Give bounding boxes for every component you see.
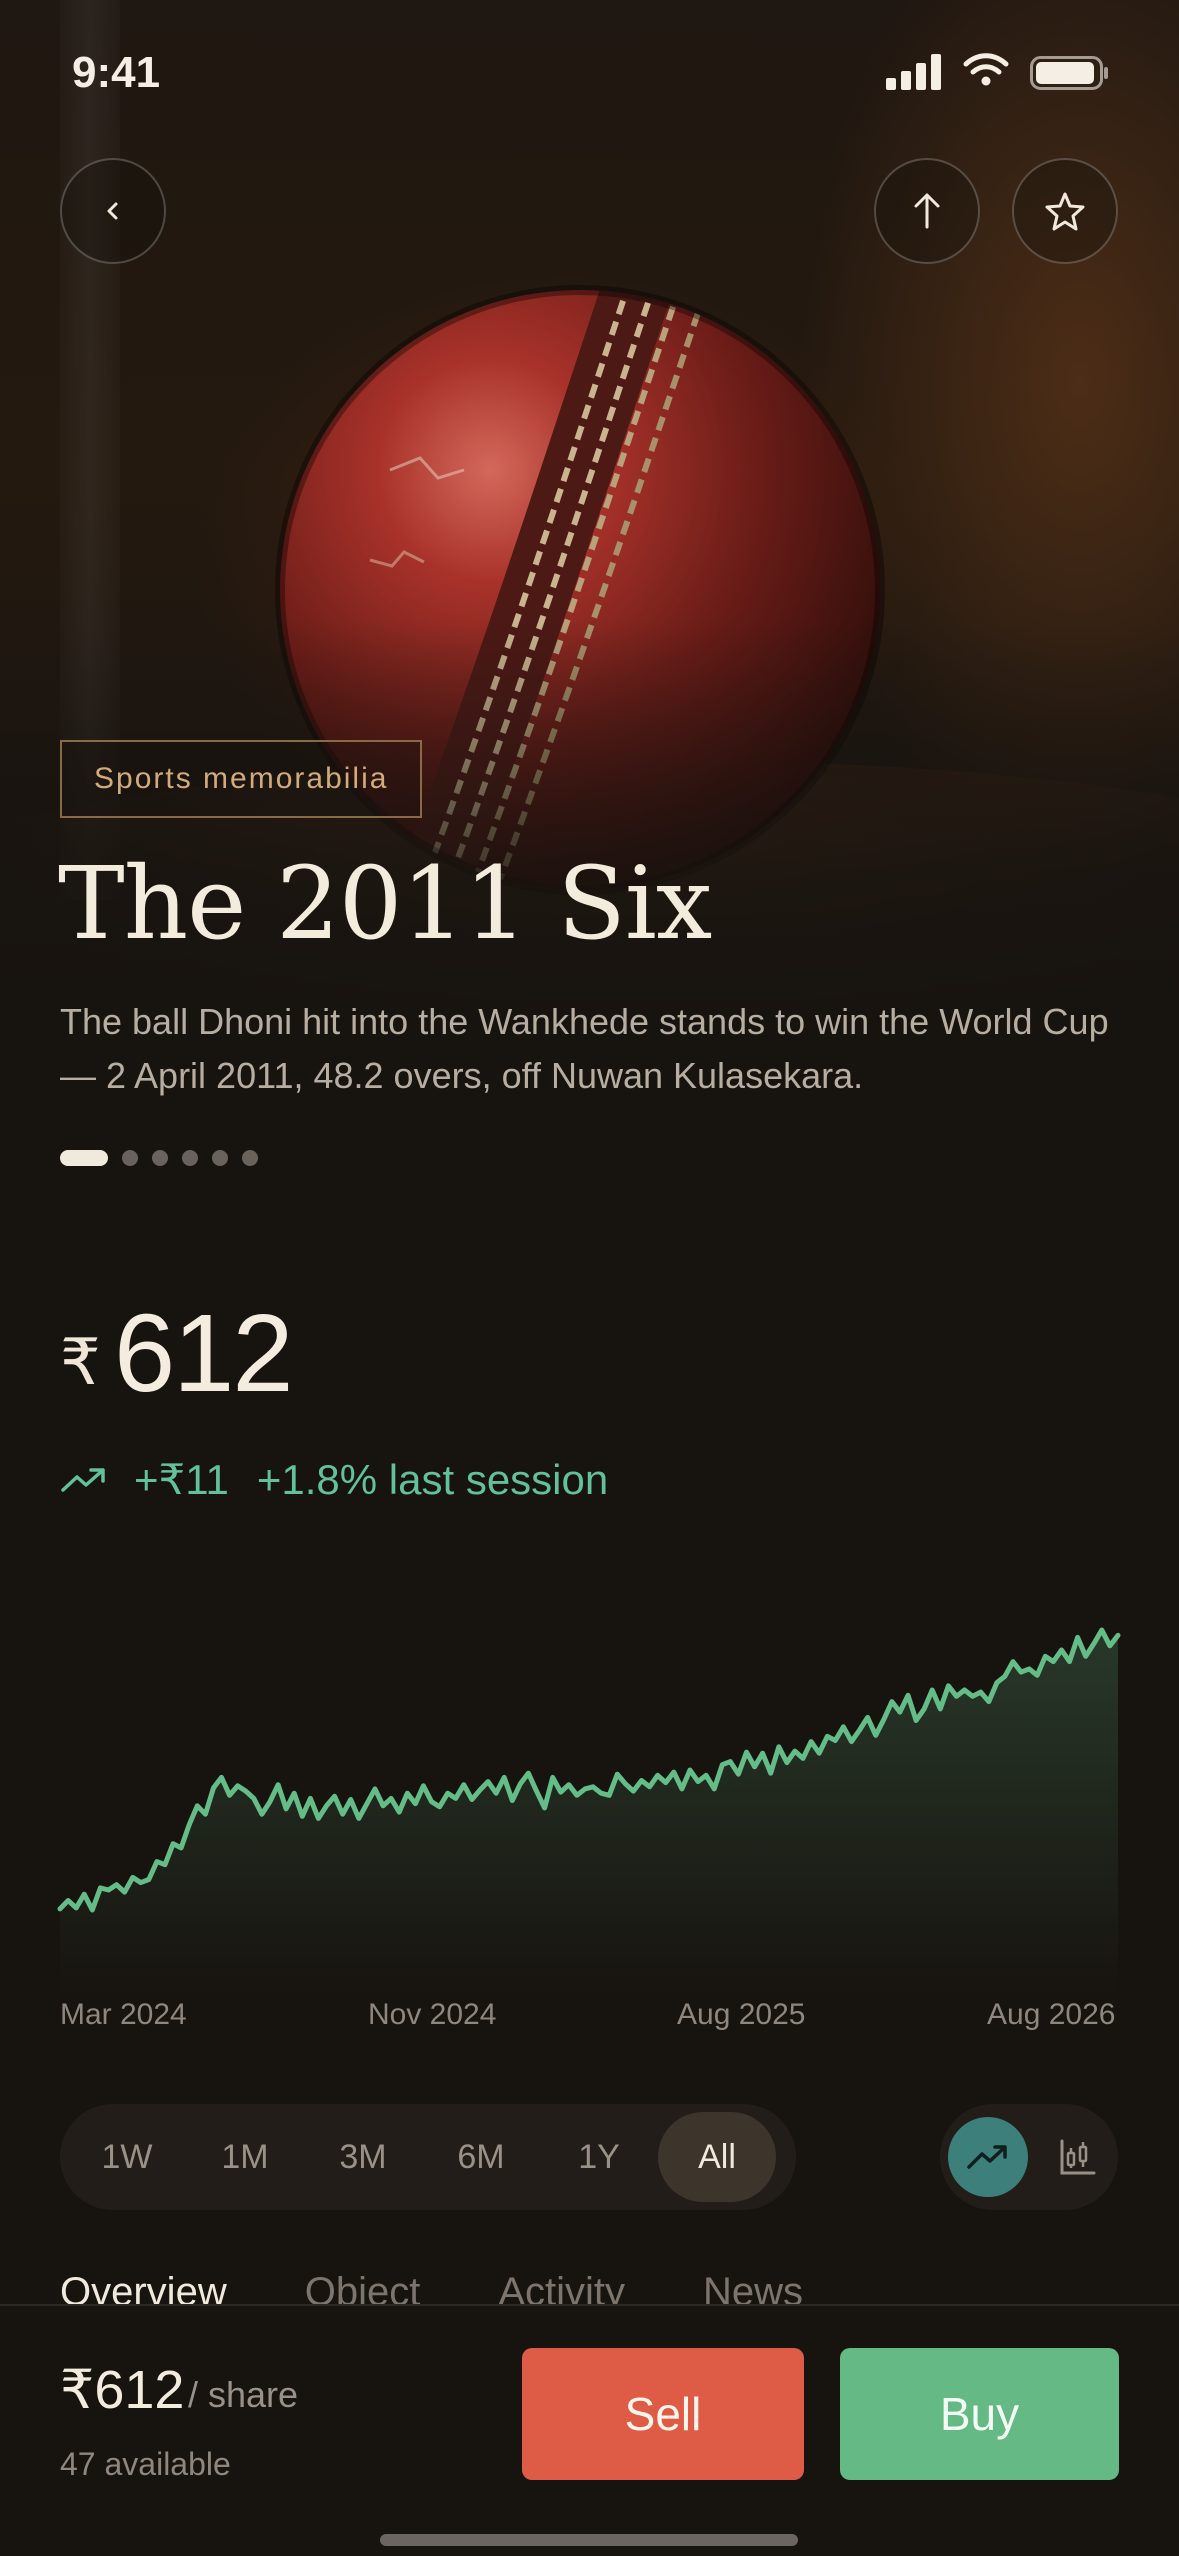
range-option-3m[interactable]: 3M [304, 2112, 422, 2202]
pager-dot[interactable] [60, 1150, 108, 1166]
item-title: The 2011 Six [58, 845, 712, 962]
pager-dot[interactable] [242, 1150, 258, 1166]
share-button[interactable] [874, 158, 980, 264]
chart-type-toggle [940, 2104, 1118, 2210]
x-tick-label: Nov 2024 [368, 1998, 497, 2031]
buy-button[interactable]: Buy [840, 2348, 1119, 2480]
status-time: 9:41 [72, 48, 161, 97]
currency-symbol: ₹ [60, 1326, 101, 1398]
line-chart-button[interactable] [948, 2117, 1028, 2197]
category-tag: Sports memorabilia [60, 740, 423, 818]
price-chart[interactable] [0, 1610, 1179, 2000]
current-price: 612 [114, 1292, 294, 1415]
pager-dot[interactable] [182, 1150, 198, 1166]
image-pager[interactable] [60, 1150, 258, 1166]
candlestick-chart-button[interactable] [1038, 2117, 1118, 2197]
home-indicator[interactable] [380, 2534, 798, 2546]
star-icon [1045, 192, 1085, 231]
candlestick-chart-icon [1060, 2139, 1096, 2175]
range-option-all[interactable]: All [658, 2112, 776, 2202]
favorite-button[interactable] [1012, 158, 1118, 264]
range-option-1m[interactable]: 1M [186, 2112, 304, 2202]
item-description: The ball Dhoni hit into the Wankhede sta… [60, 1001, 1109, 1096]
chevron-left-icon [107, 202, 118, 220]
price-change-percent: +1.8% last session [256, 1455, 609, 1503]
trade-bar: ₹612 / share 47 available Sell Buy [0, 2304, 1179, 2556]
x-tick-label: Aug 2025 [677, 1998, 806, 2031]
wifi-icon [963, 53, 1009, 86]
available-count: 47 available [60, 2446, 231, 2482]
trending-up-icon [61, 1467, 105, 1492]
x-tick-label: Mar 2024 [60, 1998, 187, 2031]
price-change: +₹11 +1.8% last session [60, 1455, 608, 1504]
chart-area-fill [60, 1630, 1118, 2000]
price-change-absolute: +₹11 [134, 1456, 229, 1503]
share-up-arrow-icon [914, 193, 940, 229]
pager-dot[interactable] [152, 1150, 168, 1166]
battery-icon [1030, 56, 1108, 90]
range-option-1w[interactable]: 1W [68, 2112, 186, 2202]
share-price-unit: / share [188, 2374, 299, 2415]
status-bar: 9:41 [0, 0, 1179, 150]
pager-dot[interactable] [212, 1150, 228, 1166]
pager-dot[interactable] [122, 1150, 138, 1166]
back-button[interactable] [60, 158, 166, 264]
sell-button[interactable]: Sell [522, 2348, 804, 2480]
x-tick-label: Aug 2026 [987, 1998, 1116, 2031]
line-chart-icon [967, 2145, 1007, 2169]
cellular-signal-icon [886, 54, 941, 90]
share-price: ₹612 [60, 2360, 185, 2420]
chart-x-axis: Mar 2024 Nov 2024 Aug 2025 Aug 2026 [0, 1998, 1179, 2038]
time-range-selector: 1W 1M 3M 6M 1Y All [60, 2104, 796, 2210]
range-option-6m[interactable]: 6M [422, 2112, 540, 2202]
range-option-1y[interactable]: 1Y [540, 2112, 658, 2202]
